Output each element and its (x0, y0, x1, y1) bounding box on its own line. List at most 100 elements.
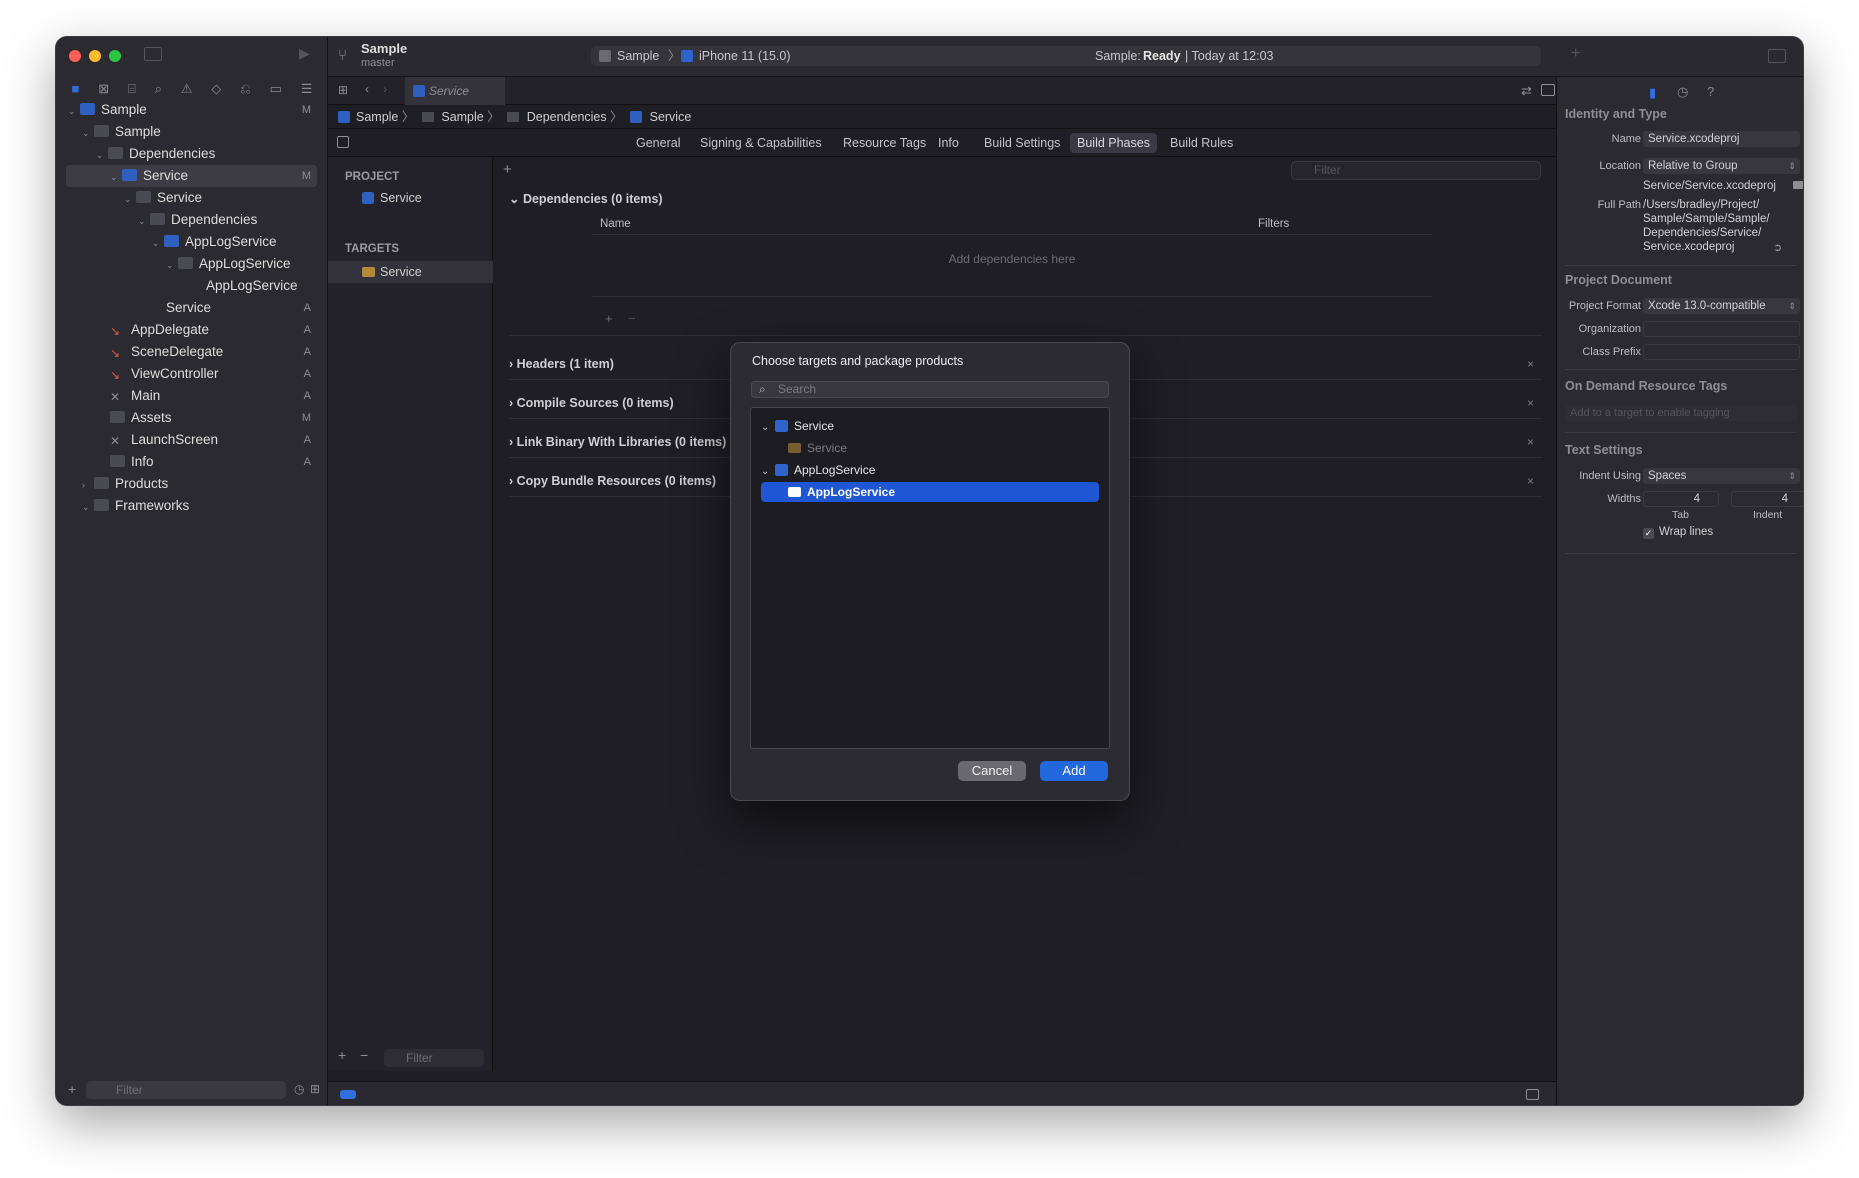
minimize-window-button[interactable] (89, 50, 101, 62)
reveal-in-finder-icon[interactable]: ➲ (1773, 241, 1782, 254)
breadcrumb-item[interactable]: Dependencies (527, 110, 607, 124)
add-phase-icon[interactable]: + (503, 161, 512, 178)
tree-item-main[interactable]: ✕ Main A (66, 385, 317, 407)
help-icon[interactable]: ? (1707, 84, 1714, 99)
targets-filter-field[interactable]: Filter (384, 1049, 484, 1067)
tree-item-service-header[interactable]: Service A (66, 297, 317, 319)
chevron-right-icon[interactable]: › (82, 474, 94, 496)
tab-build-settings[interactable]: Build Settings (977, 133, 1067, 153)
chevron-down-icon[interactable]: ⌄ (110, 166, 122, 188)
phase-compile-sources[interactable]: › Compile Sources (0 items) (509, 396, 674, 410)
phase-copy-bundle[interactable]: › Copy Bundle Resources (0 items) (509, 474, 716, 488)
back-icon[interactable]: ‹ (365, 82, 369, 96)
breakpoints-toggle-icon[interactable] (340, 1090, 356, 1099)
chevron-down-icon[interactable]: ⌄ (124, 188, 136, 210)
navigator-filter-field[interactable]: Filter (86, 1081, 286, 1099)
breadcrumb-item[interactable]: Service (650, 110, 692, 124)
target-item-service[interactable]: Service (328, 261, 493, 283)
project-item-service[interactable]: Service (328, 187, 493, 209)
remove-target-icon[interactable]: − (360, 1047, 368, 1063)
phase-headers[interactable]: › Headers (1 item) (509, 357, 614, 371)
inspector-toggle-icon[interactable] (1768, 49, 1786, 63)
chevron-down-icon[interactable]: ⌄ (166, 254, 178, 276)
related-items-icon[interactable]: ⇄ (1521, 83, 1532, 99)
close-window-button[interactable] (69, 50, 81, 62)
recent-files-icon[interactable]: ◷ (294, 1082, 304, 1096)
list-item-applogservice-project[interactable]: ⌄ AppLogService (761, 460, 1099, 480)
tree-item-applogservice-group[interactable]: ⌄ AppLogService (66, 253, 317, 275)
run-destination[interactable]: iPhone 11 (15.0) (699, 46, 791, 66)
indent-using-popup[interactable]: Spaces ⇕ (1643, 468, 1800, 484)
grid-icon[interactable]: ⊞ (338, 83, 348, 97)
tab-build-rules[interactable]: Build Rules (1163, 133, 1240, 153)
tree-item-frameworks[interactable]: ⌄ Frameworks (66, 495, 317, 517)
tree-item-dependencies-nested[interactable]: ⌄ Dependencies (66, 209, 317, 231)
delete-phase-icon[interactable]: × (1527, 396, 1534, 410)
add-target-icon[interactable]: + (338, 1047, 346, 1063)
tree-item-scenedelegate[interactable]: ↘ SceneDelegate A (66, 341, 317, 363)
zoom-window-button[interactable] (109, 50, 121, 62)
project-format-popup[interactable]: Xcode 13.0-compatible ⇕ (1643, 298, 1800, 314)
remove-dependency-icon[interactable]: − (628, 311, 636, 326)
tree-item-sample-project[interactable]: ⌄ Sample M (66, 99, 317, 121)
tree-item-applogservice-header[interactable]: AppLogService (66, 275, 317, 297)
organization-field[interactable] (1643, 321, 1800, 337)
dialog-search-field[interactable]: ⌕ Search (751, 381, 1109, 398)
reveal-folder-icon[interactable] (1793, 181, 1803, 189)
chevron-down-icon[interactable]: ⌄ (68, 100, 80, 122)
column-name[interactable]: Name (600, 218, 631, 230)
tab-width-stepper[interactable]: 4 (1643, 491, 1719, 507)
delete-phase-icon[interactable]: × (1527, 357, 1534, 371)
list-item-service-project[interactable]: ⌄ Service (761, 416, 1099, 436)
tree-item-viewcontroller[interactable]: ↘ ViewController A (66, 363, 317, 385)
sidebar-toggle-icon[interactable] (144, 47, 162, 61)
add-file-icon[interactable]: + (68, 1081, 76, 1097)
name-field[interactable]: Service.xcodeproj (1643, 131, 1800, 147)
tree-item-appdelegate[interactable]: ↘ AppDelegate A (66, 319, 317, 341)
tab-general[interactable]: General (629, 133, 687, 153)
tab-service[interactable]: Service (405, 77, 505, 105)
add-dependency-icon[interactable]: + (605, 311, 613, 326)
chevron-down-icon[interactable]: ⌄ (761, 462, 775, 482)
chevron-down-icon[interactable]: ⌄ (82, 122, 94, 144)
scheme-selector[interactable]: Sample (617, 46, 659, 66)
chevron-down-icon[interactable]: ⌄ (138, 210, 150, 232)
phase-link-binary[interactable]: › Link Binary With Libraries (0 items) (509, 435, 726, 449)
wrap-lines-checkbox[interactable]: ✓ (1643, 528, 1654, 539)
list-item-applogservice-target[interactable]: AppLogService (761, 482, 1099, 502)
location-popup[interactable]: Relative to Group ⇕ (1643, 158, 1800, 174)
phases-filter-field[interactable]: Filter (1291, 161, 1541, 180)
tab-build-phases[interactable]: Build Phases (1070, 133, 1157, 153)
tab-signing[interactable]: Signing & Capabilities (693, 133, 829, 153)
tree-item-sample-group[interactable]: ⌄ Sample (66, 121, 317, 143)
chevron-down-icon[interactable]: ⌄ (96, 144, 108, 166)
source-control-filter-icon[interactable]: ⊞ (310, 1082, 320, 1096)
chevron-down-icon[interactable]: ⌄ (152, 232, 164, 254)
cancel-button[interactable]: Cancel (958, 761, 1026, 781)
history-icon[interactable]: ◷ (1677, 84, 1688, 100)
tree-item-applogservice-project[interactable]: ⌄ AppLogService (66, 231, 317, 253)
tree-item-dependencies[interactable]: ⌄ Dependencies (66, 143, 317, 165)
class-prefix-field[interactable] (1643, 344, 1800, 360)
file-inspector-icon[interactable]: ▮ (1649, 85, 1656, 101)
tree-item-assets[interactable]: Assets M (66, 407, 317, 429)
phase-dependencies[interactable]: ⌄ Dependencies (0 items) (509, 191, 663, 206)
add-button[interactable]: Add (1040, 761, 1108, 781)
delete-phase-icon[interactable]: × (1527, 435, 1534, 449)
run-icon[interactable]: ▶ (299, 45, 310, 62)
delete-phase-icon[interactable]: × (1527, 474, 1534, 488)
split-editor-icon[interactable] (1541, 84, 1555, 96)
tree-item-service-project[interactable]: ⌄ Service M (66, 165, 317, 187)
chevron-down-icon[interactable]: ⌄ (82, 496, 94, 518)
chevron-down-icon[interactable]: ⌄ (761, 418, 775, 438)
debug-area-toggle-icon[interactable] (1526, 1089, 1539, 1100)
column-filters[interactable]: Filters (1258, 218, 1289, 230)
add-library-icon[interactable]: + (1571, 45, 1580, 63)
tab-info[interactable]: Info (931, 133, 966, 153)
tab-resource-tags[interactable]: Resource Tags (836, 133, 933, 153)
forward-icon[interactable]: › (383, 82, 387, 96)
show-targets-icon[interactable] (337, 136, 349, 148)
tree-item-products[interactable]: › Products (66, 473, 317, 495)
tree-item-info[interactable]: Info A (66, 451, 317, 473)
breadcrumb-item[interactable]: Sample (356, 110, 398, 124)
